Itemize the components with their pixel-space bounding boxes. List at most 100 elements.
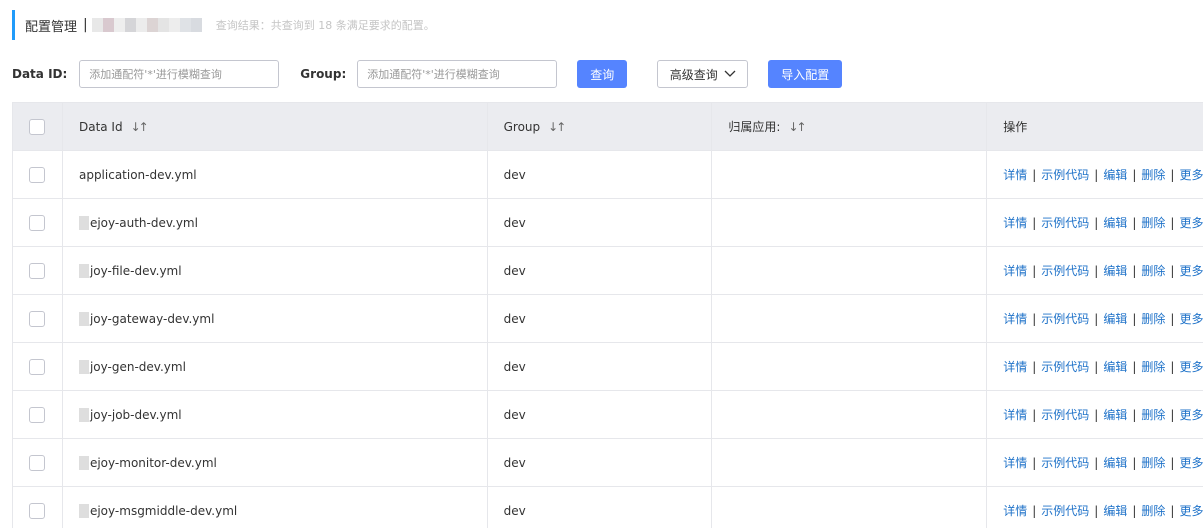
data-id-text: application-dev.yml <box>78 167 197 182</box>
action-separator: | <box>1032 455 1037 470</box>
action-link[interactable]: 编辑 <box>1103 406 1127 423</box>
action-link[interactable]: 更多 <box>1179 502 1203 519</box>
actions-cell: 详情 | 示例代码 | 编辑 | 删除 | 更多 <box>987 199 1203 246</box>
data-id-text: ejoy-monitor-dev.yml <box>89 455 217 470</box>
import-config-button[interactable]: 导入配置 <box>768 60 843 88</box>
column-group[interactable]: Group ↓↑ <box>488 103 713 150</box>
row-actions: 详情 | 示例代码 | 编辑 | 删除 | 更多 <box>1003 262 1203 279</box>
redacted-prefix <box>78 359 89 374</box>
group-input[interactable] <box>357 60 558 88</box>
action-link[interactable]: 详情 <box>1003 166 1027 183</box>
column-app[interactable]: 归属应用: ↓↑ <box>712 103 988 150</box>
action-link[interactable]: 示例代码 <box>1041 454 1089 471</box>
group-cell: dev <box>488 439 713 486</box>
redacted-prefix <box>78 263 89 278</box>
column-data-id[interactable]: Data Id ↓↑ <box>63 103 488 150</box>
app-cell <box>712 487 988 528</box>
action-link[interactable]: 删除 <box>1141 406 1165 423</box>
app-cell <box>712 439 988 486</box>
action-link[interactable]: 详情 <box>1003 262 1027 279</box>
action-link[interactable]: 详情 <box>1003 454 1027 471</box>
row-checkbox[interactable] <box>29 166 45 183</box>
row-checkbox[interactable] <box>29 262 45 279</box>
action-link[interactable]: 删除 <box>1141 166 1165 183</box>
actions-cell: 详情 | 示例代码 | 编辑 | 删除 | 更多 <box>987 151 1203 198</box>
row-actions: 详情 | 示例代码 | 编辑 | 删除 | 更多 <box>1003 214 1203 231</box>
search-button[interactable]: 查询 <box>577 60 628 88</box>
redacted-prefix <box>78 455 89 470</box>
action-link[interactable]: 删除 <box>1141 310 1165 327</box>
action-link[interactable]: 更多 <box>1179 214 1203 231</box>
action-link[interactable]: 编辑 <box>1103 454 1127 471</box>
action-link[interactable]: 删除 <box>1141 454 1165 471</box>
action-link[interactable]: 示例代码 <box>1041 214 1089 231</box>
row-checkbox[interactable] <box>29 310 45 327</box>
sort-icon[interactable]: ↓↑ <box>548 120 566 134</box>
action-separator: | <box>1170 311 1175 326</box>
app-cell <box>712 343 988 390</box>
row-checkbox[interactable] <box>29 358 45 375</box>
action-separator: | <box>1132 263 1137 278</box>
row-checkbox[interactable] <box>29 502 45 519</box>
action-link[interactable]: 编辑 <box>1103 166 1127 183</box>
action-link[interactable]: 编辑 <box>1103 310 1127 327</box>
data-id-cell: ejoy-auth-dev.yml <box>63 199 488 246</box>
row-checkbox[interactable] <box>29 406 45 423</box>
action-separator: | <box>1032 215 1037 230</box>
action-separator: | <box>1132 215 1137 230</box>
action-link[interactable]: 示例代码 <box>1041 262 1089 279</box>
group-text: dev <box>503 503 526 518</box>
action-link[interactable]: 示例代码 <box>1041 406 1089 423</box>
action-separator: | <box>1170 503 1175 518</box>
advanced-search-button[interactable]: 高级查询 <box>657 60 749 88</box>
table-row: ejoy-monitor-dev.yml dev 详情 | 示例代码 | 编辑 | 删除 | 更多 <box>13 439 1203 487</box>
action-link[interactable]: 更多 <box>1179 310 1203 327</box>
action-separator: | <box>1032 167 1037 182</box>
data-id-cell: ejoy-msgmiddle-dev.yml <box>63 487 488 528</box>
action-link[interactable]: 详情 <box>1003 502 1027 519</box>
data-id-cell: joy-job-dev.yml <box>63 391 488 438</box>
sort-icon[interactable]: ↓↑ <box>788 120 806 134</box>
action-separator: | <box>1170 167 1175 182</box>
data-id-cell: joy-gateway-dev.yml <box>63 295 488 342</box>
app-cell <box>712 247 988 294</box>
action-link[interactable]: 示例代码 <box>1041 502 1089 519</box>
data-id-text: joy-file-dev.yml <box>89 263 182 278</box>
action-link[interactable]: 详情 <box>1003 214 1027 231</box>
data-id-input[interactable] <box>79 60 280 88</box>
group-cell: dev <box>488 343 713 390</box>
actions-cell: 详情 | 示例代码 | 编辑 | 删除 | 更多 <box>987 439 1203 486</box>
table-body: application-dev.yml dev 详情 | 示例代码 | 编辑 | 删除 | 更多 ej… <box>13 151 1203 528</box>
action-link[interactable]: 编辑 <box>1103 358 1127 375</box>
action-link[interactable]: 删除 <box>1141 214 1165 231</box>
action-link[interactable]: 编辑 <box>1103 262 1127 279</box>
action-separator: | <box>1094 503 1099 518</box>
action-link[interactable]: 详情 <box>1003 406 1027 423</box>
group-cell: dev <box>488 199 713 246</box>
action-link[interactable]: 更多 <box>1179 454 1203 471</box>
action-link[interactable]: 删除 <box>1141 502 1165 519</box>
action-link[interactable]: 更多 <box>1179 262 1203 279</box>
action-link[interactable]: 示例代码 <box>1041 358 1089 375</box>
app-cell <box>712 199 988 246</box>
action-link[interactable]: 编辑 <box>1103 502 1127 519</box>
select-all-checkbox[interactable] <box>29 118 45 135</box>
action-link[interactable]: 详情 <box>1003 310 1027 327</box>
row-checkbox[interactable] <box>29 454 45 471</box>
actions-cell: 详情 | 示例代码 | 编辑 | 删除 | 更多 <box>987 247 1203 294</box>
action-link[interactable]: 删除 <box>1141 262 1165 279</box>
group-text: dev <box>503 407 526 422</box>
action-link[interactable]: 示例代码 <box>1041 166 1089 183</box>
action-link[interactable]: 删除 <box>1141 358 1165 375</box>
sort-icon[interactable]: ↓↑ <box>131 120 149 134</box>
data-id-text: ejoy-auth-dev.yml <box>89 215 198 230</box>
action-link[interactable]: 更多 <box>1179 406 1203 423</box>
action-link[interactable]: 更多 <box>1179 358 1203 375</box>
action-separator: | <box>1170 455 1175 470</box>
app-cell <box>712 151 988 198</box>
action-link[interactable]: 详情 <box>1003 358 1027 375</box>
action-link[interactable]: 编辑 <box>1103 214 1127 231</box>
row-checkbox[interactable] <box>29 214 45 231</box>
action-link[interactable]: 示例代码 <box>1041 310 1089 327</box>
action-link[interactable]: 更多 <box>1179 166 1203 183</box>
